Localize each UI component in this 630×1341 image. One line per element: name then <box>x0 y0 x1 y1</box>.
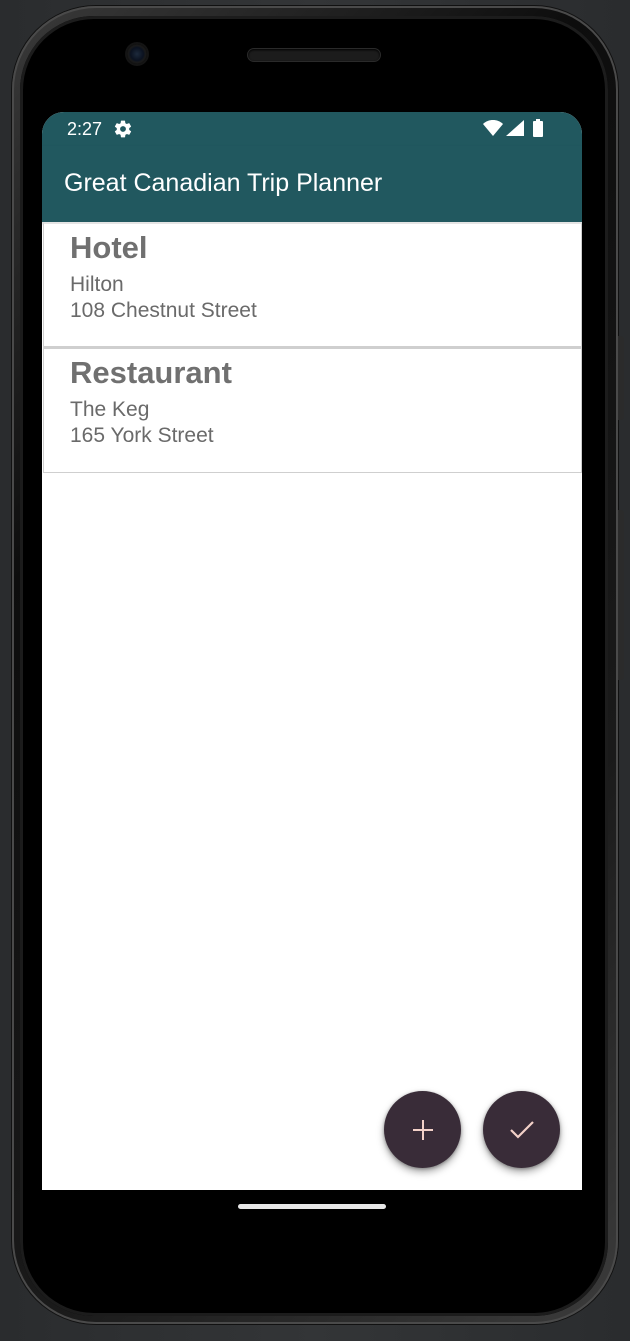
item-category: Hotel <box>70 230 148 265</box>
list-item[interactable]: Hotel Hilton 108 Chestnut Street <box>43 222 582 347</box>
check-icon <box>509 1120 534 1139</box>
cell-signal-icon <box>506 120 524 136</box>
item-category: Restaurant <box>70 355 232 390</box>
done-button[interactable] <box>483 1091 560 1168</box>
status-bar: 2:27 <box>42 112 582 146</box>
app-screen: 2:27 Great Canadian Trip Planner Hotel H… <box>42 112 582 1190</box>
item-address: 108 Chestnut Street <box>70 299 257 322</box>
earpiece-speaker <box>248 49 380 61</box>
volume-button <box>618 510 624 680</box>
front-camera <box>127 44 147 64</box>
home-indicator[interactable] <box>238 1204 386 1209</box>
status-time: 2:27 <box>67 119 103 139</box>
app-bar: Great Canadian Trip Planner <box>42 146 582 222</box>
power-button <box>618 336 624 420</box>
item-address: 165 York Street <box>70 424 214 447</box>
list-item[interactable]: Restaurant The Keg 165 York Street <box>43 347 582 473</box>
item-name: Hilton <box>70 273 124 296</box>
wifi-icon <box>483 120 503 136</box>
battery-icon <box>533 119 543 137</box>
itinerary-list: Hotel Hilton 108 Chestnut Street Restaur… <box>42 222 582 473</box>
add-item-button[interactable] <box>384 1091 461 1168</box>
app-title: Great Canadian Trip Planner <box>64 169 383 197</box>
settings-icon <box>114 120 132 138</box>
plus-icon <box>412 1119 433 1140</box>
item-name: The Keg <box>70 398 150 421</box>
